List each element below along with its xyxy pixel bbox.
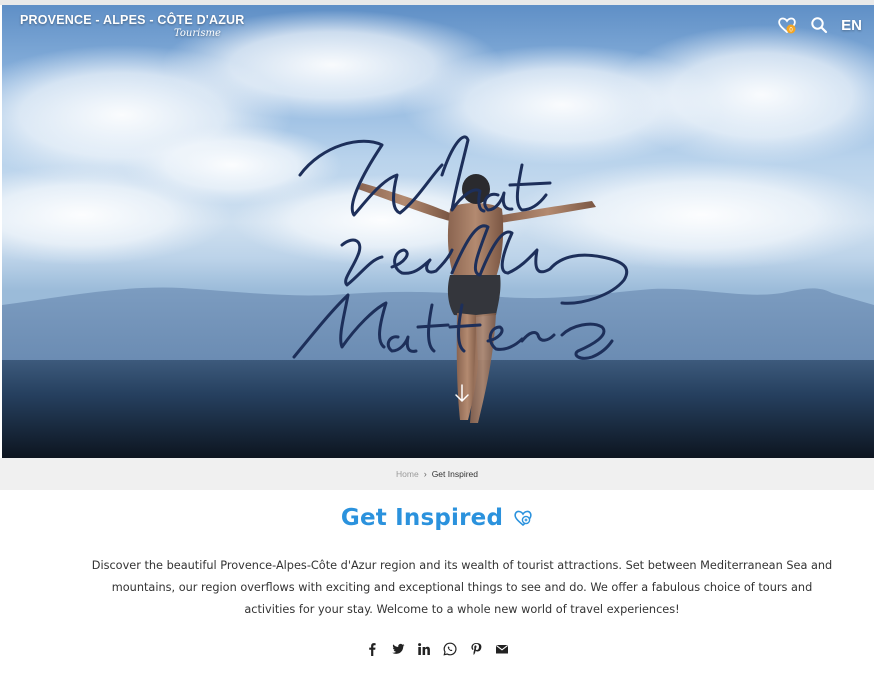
facebook-icon[interactable] [365, 642, 379, 656]
share-bar [0, 642, 874, 656]
hero-banner: PROVENCE - ALPES - CÔTE D'AZUR Tourisme … [2, 5, 874, 458]
brand-name: PROVENCE - ALPES - CÔTE D'AZUR [20, 13, 245, 27]
search-icon[interactable] [809, 15, 829, 35]
page-title-row: Get Inspired [0, 505, 874, 531]
breadcrumb: Home › Get Inspired [0, 458, 874, 490]
email-icon[interactable] [495, 642, 509, 656]
breadcrumb-home[interactable]: Home [396, 469, 419, 479]
scroll-down-arrow-icon[interactable] [454, 383, 470, 409]
whatsapp-icon[interactable] [443, 642, 457, 656]
breadcrumb-separator: › [423, 469, 427, 479]
intro-paragraph: Discover the beautiful Provence-Alpes-Cô… [91, 559, 833, 616]
header-actions: 0 EN [777, 15, 862, 35]
breadcrumb-current: Get Inspired [431, 469, 478, 479]
hero-photo [2, 10, 874, 458]
linkedin-icon[interactable] [417, 642, 431, 656]
page-title: Get Inspired [340, 505, 504, 531]
add-favorite-heart-icon[interactable] [513, 508, 533, 528]
language-switcher[interactable]: EN [841, 17, 862, 34]
page-frame: PROVENCE - ALPES - CÔTE D'AZUR Tourisme … [0, 5, 874, 679]
pinterest-icon[interactable] [469, 642, 483, 656]
favorites-heart-icon[interactable]: 0 [777, 15, 797, 35]
twitter-icon[interactable] [391, 642, 405, 656]
brand-tagline: Tourisme [174, 28, 221, 39]
site-logo[interactable]: PROVENCE - ALPES - CÔTE D'AZUR [20, 13, 245, 27]
